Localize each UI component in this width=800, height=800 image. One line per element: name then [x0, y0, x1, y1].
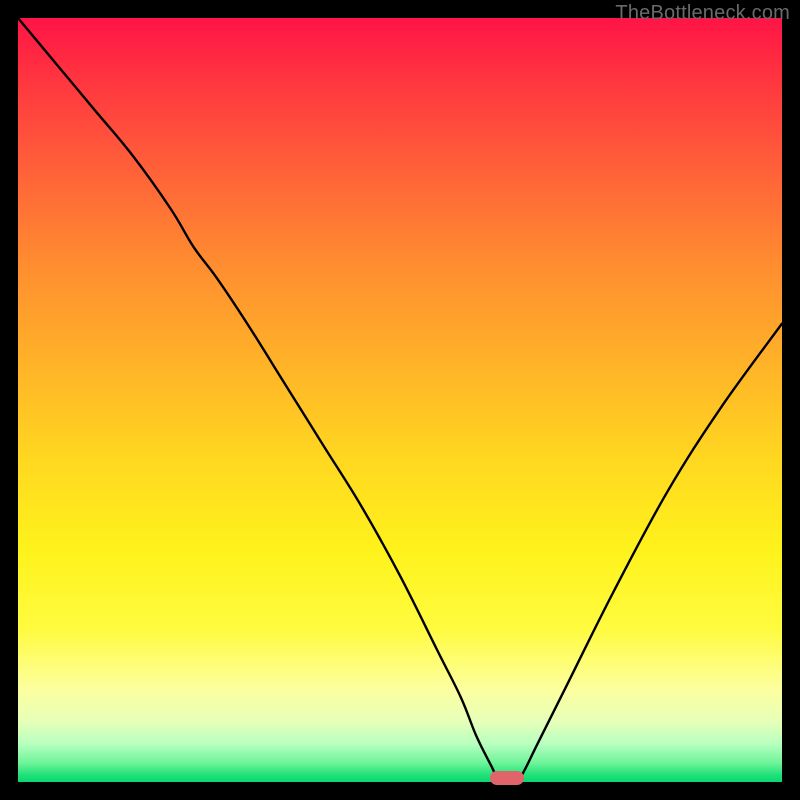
- plot-area: [18, 18, 782, 782]
- chart-frame: TheBottleneck.com: [0, 0, 800, 800]
- watermark-text: TheBottleneck.com: [615, 2, 790, 25]
- balance-marker: [490, 771, 524, 785]
- bottleneck-curve: [18, 18, 782, 782]
